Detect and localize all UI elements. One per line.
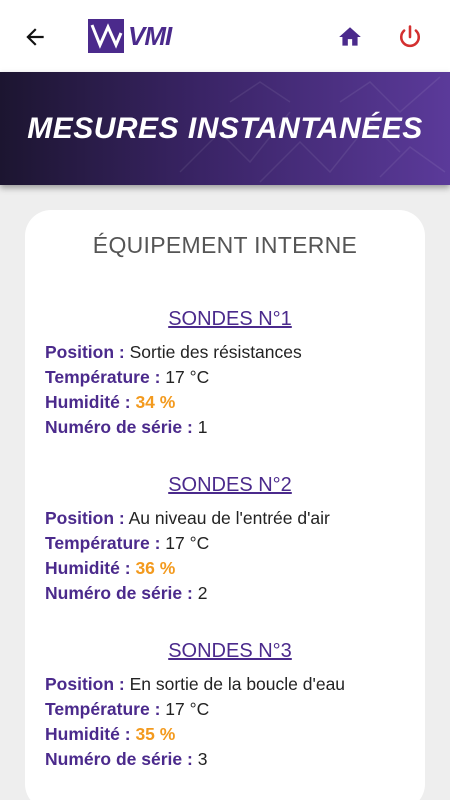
humidity-row: Humidité : 36 % bbox=[45, 558, 176, 578]
humidity-row: Humidité : 34 % bbox=[45, 392, 176, 412]
humidity-value: 35 % bbox=[135, 724, 176, 744]
position-value: En sortie de la boucle d'eau bbox=[129, 674, 346, 694]
humidity-value: 36 % bbox=[135, 558, 176, 578]
serial-value: 3 bbox=[197, 749, 208, 769]
serial-row: Numéro de série : 1 bbox=[45, 417, 208, 437]
sonde-2: SONDES N°2 Position : Au niveau de l'ent… bbox=[45, 474, 415, 606]
position-row: Position : En sortie de la boucle d'eau bbox=[45, 674, 346, 694]
sonde-title[interactable]: SONDES N°3 bbox=[45, 640, 415, 663]
arrow-left-icon bbox=[26, 28, 44, 46]
humidity-value: 34 % bbox=[135, 392, 176, 412]
humidity-row: Humidité : 35 % bbox=[45, 724, 176, 744]
back-button[interactable] bbox=[20, 22, 50, 52]
sonde-title[interactable]: SONDES N°1 bbox=[45, 308, 415, 331]
position-row: Position : Au niveau de l'entrée d'air bbox=[45, 508, 330, 528]
home-button[interactable] bbox=[335, 22, 365, 52]
temperature-value: 17 °C bbox=[165, 699, 210, 719]
page-title: MESURES INSTANTANÉES bbox=[27, 111, 423, 145]
serial-value: 1 bbox=[197, 417, 208, 437]
sonde-3: SONDES N°3 Position : En sortie de la bo… bbox=[45, 640, 415, 772]
power-button[interactable] bbox=[395, 22, 425, 52]
temperature-row: Température : 17 °C bbox=[45, 533, 210, 553]
logo-text: VMI bbox=[128, 20, 172, 51]
card-title: ÉQUIPEMENT INTERNE bbox=[92, 232, 358, 258]
home-icon bbox=[339, 27, 361, 46]
serial-row: Numéro de série : 3 bbox=[45, 749, 208, 769]
position-row: Position : Sortie des résistances bbox=[45, 342, 302, 362]
temperature-value: 17 °C bbox=[165, 367, 210, 387]
vmi-logo: VMI bbox=[88, 19, 172, 53]
temperature-row: Température : 17 °C bbox=[45, 699, 210, 719]
temperature-value: 17 °C bbox=[165, 533, 210, 553]
sonde-title[interactable]: SONDES N°2 bbox=[45, 474, 415, 497]
serial-row: Numéro de série : 2 bbox=[45, 583, 208, 603]
logo-mark bbox=[88, 19, 124, 53]
equipment-card: ÉQUIPEMENT INTERNE SONDES N°1 Position :… bbox=[25, 210, 425, 800]
temperature-row: Température : 17 °C bbox=[45, 367, 210, 387]
serial-value: 2 bbox=[197, 583, 208, 603]
power-icon bbox=[399, 25, 421, 48]
page-banner: MESURES INSTANTANÉES bbox=[0, 72, 450, 185]
sonde-1: SONDES N°1 Position : Sortie des résista… bbox=[45, 308, 415, 440]
position-value: Sortie des résistances bbox=[129, 342, 302, 362]
top-app-bar: VMI bbox=[0, 0, 450, 72]
position-value: Au niveau de l'entrée d'air bbox=[128, 508, 330, 528]
